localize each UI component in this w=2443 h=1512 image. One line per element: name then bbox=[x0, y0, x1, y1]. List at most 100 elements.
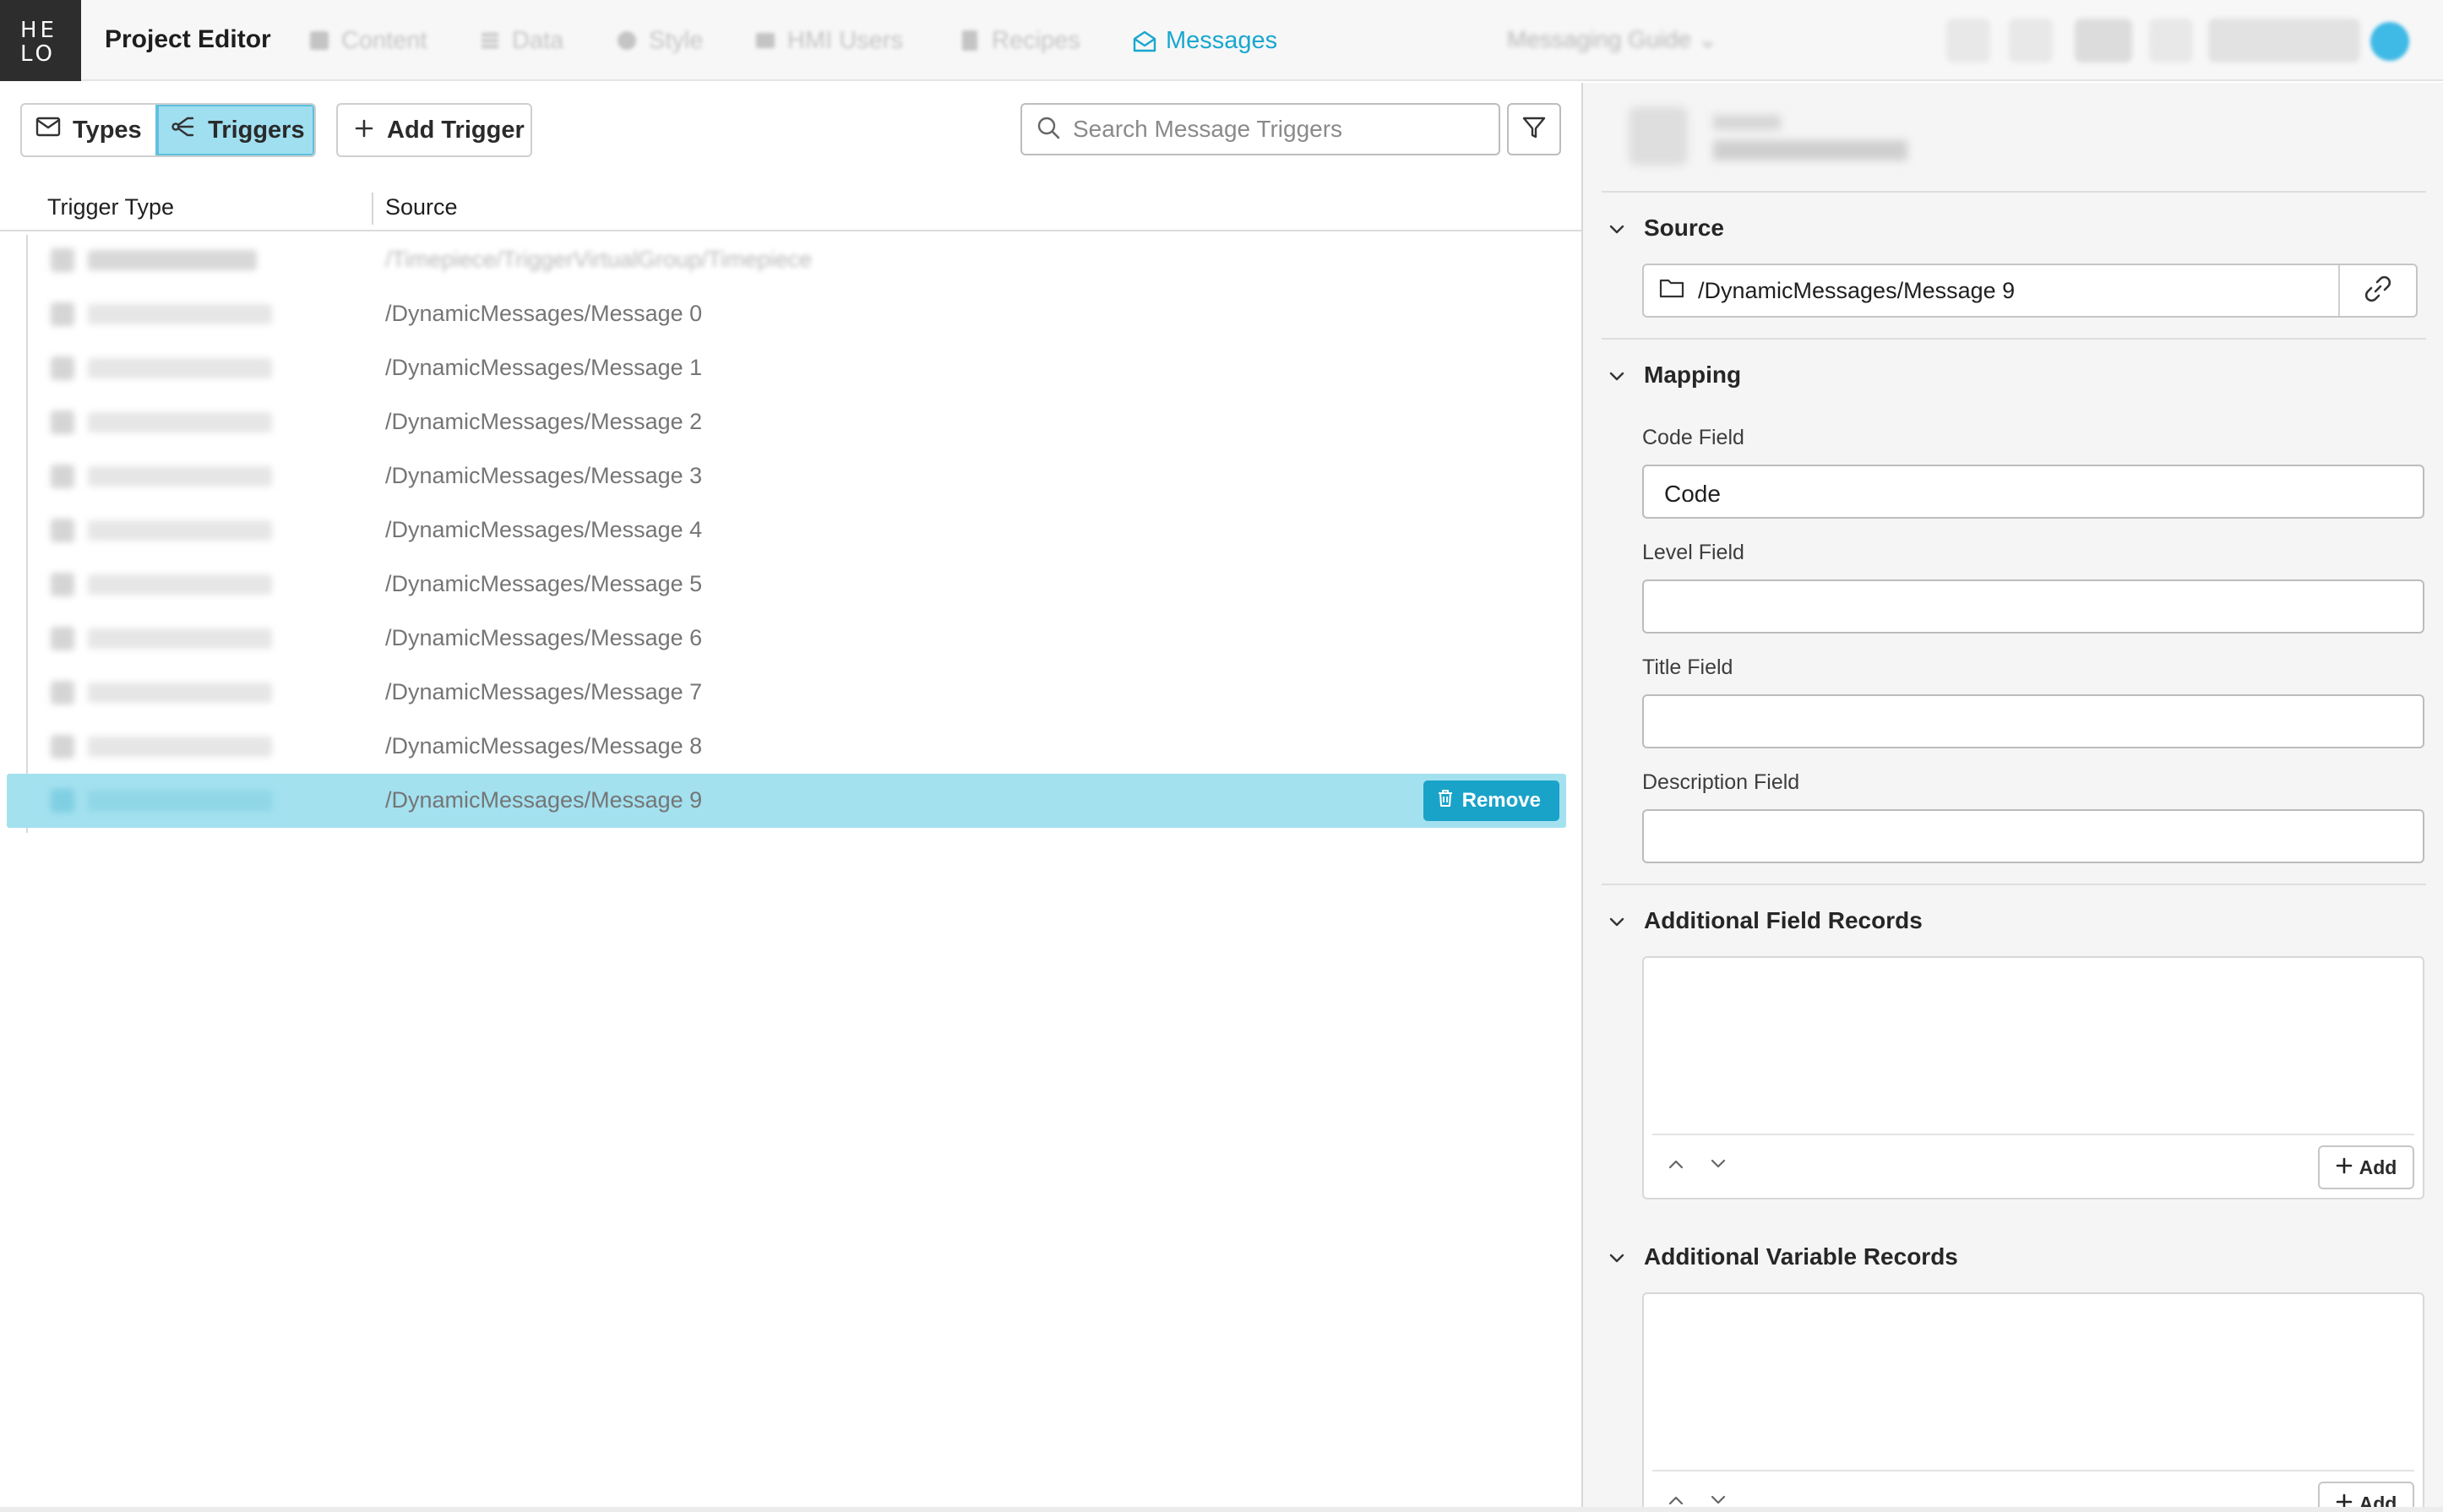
top-bar: HE LO Project Editor Content Data Style … bbox=[0, 0, 2443, 81]
add-button-label: Add bbox=[2359, 1156, 2397, 1178]
nav-content[interactable]: Content bbox=[307, 24, 427, 57]
messaging-guide-label: Messaging Guide bbox=[1507, 26, 1691, 52]
column-header-source[interactable]: Source bbox=[385, 194, 458, 220]
table-row-selected[interactable]: /DynamicMessages/Message 9 Remove bbox=[7, 774, 1566, 828]
source-cell: /DynamicMessages/Message 5 bbox=[385, 571, 703, 596]
source-cell: /DynamicMessages/Message 2 bbox=[385, 409, 703, 434]
user-avatar[interactable] bbox=[2370, 22, 2409, 61]
nav-data[interactable]: Data bbox=[478, 24, 563, 57]
table-row[interactable]: /DynamicMessages/Message 0 bbox=[0, 287, 1581, 341]
source-path-display[interactable]: /DynamicMessages/Message 9 bbox=[1644, 265, 2340, 316]
toolbar-action-3[interactable] bbox=[2075, 19, 2132, 63]
records-toolbar: Add bbox=[1652, 1134, 2414, 1199]
table-row[interactable]: /DynamicMessages/Message 7 bbox=[0, 666, 1581, 720]
trigger-type-label bbox=[88, 304, 272, 324]
nav-messages[interactable]: Messages bbox=[1132, 24, 1277, 57]
envelope-icon bbox=[35, 116, 61, 144]
trigger-type-icon bbox=[51, 411, 74, 434]
trigger-type-cell bbox=[51, 627, 272, 650]
trigger-type-icon bbox=[51, 681, 74, 704]
move-down-button[interactable] bbox=[1708, 1157, 1728, 1175]
trigger-type-label bbox=[88, 683, 272, 703]
nav-style[interactable]: Style bbox=[615, 24, 703, 57]
trigger-type-label bbox=[88, 358, 272, 378]
source-cell: /DynamicMessages/Message 0 bbox=[385, 301, 703, 326]
users-icon bbox=[754, 29, 777, 52]
trigger-type-label bbox=[88, 520, 272, 541]
view-toggle: Types Triggers bbox=[20, 103, 316, 157]
description-field-input[interactable] bbox=[1642, 809, 2424, 863]
add-trigger-button[interactable]: Add Trigger bbox=[336, 103, 532, 157]
search-box bbox=[1020, 103, 1500, 155]
trigger-type-icon bbox=[51, 627, 74, 650]
nav-hmi-users[interactable]: HMI Users bbox=[754, 24, 903, 57]
message-type-icon bbox=[1629, 106, 1688, 166]
remove-button[interactable]: Remove bbox=[1423, 780, 1559, 821]
table-row[interactable]: /DynamicMessages/Message 8 bbox=[0, 720, 1581, 774]
source-cell: /DynamicMessages/Message 9 bbox=[385, 787, 703, 813]
link-button[interactable] bbox=[2340, 265, 2416, 316]
table-header: Trigger Type Source bbox=[0, 184, 1581, 231]
toolbar-action-4[interactable] bbox=[2149, 19, 2193, 63]
envelope-open-icon bbox=[1132, 29, 1156, 52]
trigger-type-label bbox=[88, 412, 272, 432]
level-field-input[interactable] bbox=[1642, 579, 2424, 634]
records-toolbar: Add bbox=[1652, 1470, 2414, 1512]
chevron-down-icon bbox=[1608, 907, 1625, 934]
move-up-button[interactable] bbox=[1666, 1157, 1686, 1175]
link-icon bbox=[2361, 272, 2395, 310]
trigger-type-label bbox=[88, 628, 272, 649]
source-section-toggle[interactable]: Source bbox=[1608, 215, 1724, 242]
table-row[interactable]: /DynamicMessages/Message 5 bbox=[0, 557, 1581, 612]
additional-field-records-toggle[interactable]: Additional Field Records bbox=[1608, 907, 1923, 934]
table-row[interactable]: /DynamicMessages/Message 2 bbox=[0, 395, 1581, 449]
nav-hmi-users-label: HMI Users bbox=[787, 26, 903, 54]
nav-recipes[interactable]: Recipes bbox=[958, 24, 1080, 57]
title-field-input[interactable] bbox=[1642, 694, 2424, 748]
table-row[interactable]: /DynamicMessages/Message 4 bbox=[0, 503, 1581, 557]
app-title: Project Editor bbox=[105, 25, 271, 53]
nav-recipes-label: Recipes bbox=[992, 26, 1080, 54]
toolbar-action-2[interactable] bbox=[2009, 19, 2053, 63]
trigger-type-icon bbox=[51, 465, 74, 488]
trigger-list-pane: Types Triggers Add Trigger Trigger Type … bbox=[0, 83, 1581, 1512]
table-row[interactable]: /DynamicMessages/Message 1 bbox=[0, 341, 1581, 395]
trigger-type-label bbox=[88, 574, 272, 595]
source-cell: /DynamicMessages/Message 7 bbox=[385, 679, 703, 704]
filter-icon bbox=[1521, 114, 1548, 145]
source-field: /DynamicMessages/Message 9 bbox=[1642, 264, 2418, 318]
trigger-icon bbox=[171, 114, 196, 146]
additional-variable-records-toggle[interactable]: Additional Variable Records bbox=[1608, 1243, 1958, 1270]
column-resize-handle[interactable] bbox=[372, 193, 373, 225]
filter-button[interactable] bbox=[1507, 103, 1561, 155]
toolbar-action-1[interactable] bbox=[1946, 19, 1990, 63]
triggers-tab[interactable]: Triggers bbox=[155, 105, 314, 155]
toolbar-publish-button[interactable] bbox=[2208, 19, 2360, 63]
add-field-record-button[interactable]: Add bbox=[2318, 1145, 2414, 1189]
level-field-label: Level Field bbox=[1642, 541, 1744, 564]
types-tab-label: Types bbox=[73, 116, 142, 144]
source-section-title: Source bbox=[1644, 215, 1724, 241]
table-row[interactable]: /DynamicMessages/Message 3 bbox=[0, 449, 1581, 503]
source-cell: /Timepiece/TriggerVirtualGroup/Timepiece bbox=[385, 247, 813, 272]
nav-messages-label: Messages bbox=[1166, 26, 1278, 54]
types-tab[interactable]: Types bbox=[22, 105, 155, 155]
mapping-section-toggle[interactable]: Mapping bbox=[1608, 362, 1741, 389]
code-field-input[interactable]: Code bbox=[1642, 465, 2424, 519]
messaging-guide-dropdown[interactable]: Messaging Guide ⌄ bbox=[1507, 25, 1717, 53]
folder-icon bbox=[1659, 277, 1684, 305]
search-input[interactable] bbox=[1073, 116, 1478, 143]
table-row[interactable]: /DynamicMessages/Message 6 bbox=[0, 612, 1581, 666]
description-field-label: Description Field bbox=[1642, 770, 1800, 794]
nav-data-label: Data bbox=[512, 26, 564, 54]
style-icon bbox=[615, 29, 639, 52]
plus-icon bbox=[355, 117, 373, 144]
trigger-type-icon bbox=[51, 356, 74, 380]
trigger-type-label bbox=[88, 466, 272, 487]
column-header-trigger-type[interactable]: Trigger Type bbox=[47, 194, 174, 220]
source-cell: /DynamicMessages/Message 1 bbox=[385, 355, 703, 380]
trigger-type-cell bbox=[51, 519, 272, 542]
trigger-type-cell bbox=[51, 465, 272, 488]
table-row[interactable]: /Timepiece/TriggerVirtualGroup/Timepiece bbox=[0, 233, 1581, 287]
app-logo[interactable]: HE LO bbox=[0, 0, 81, 81]
